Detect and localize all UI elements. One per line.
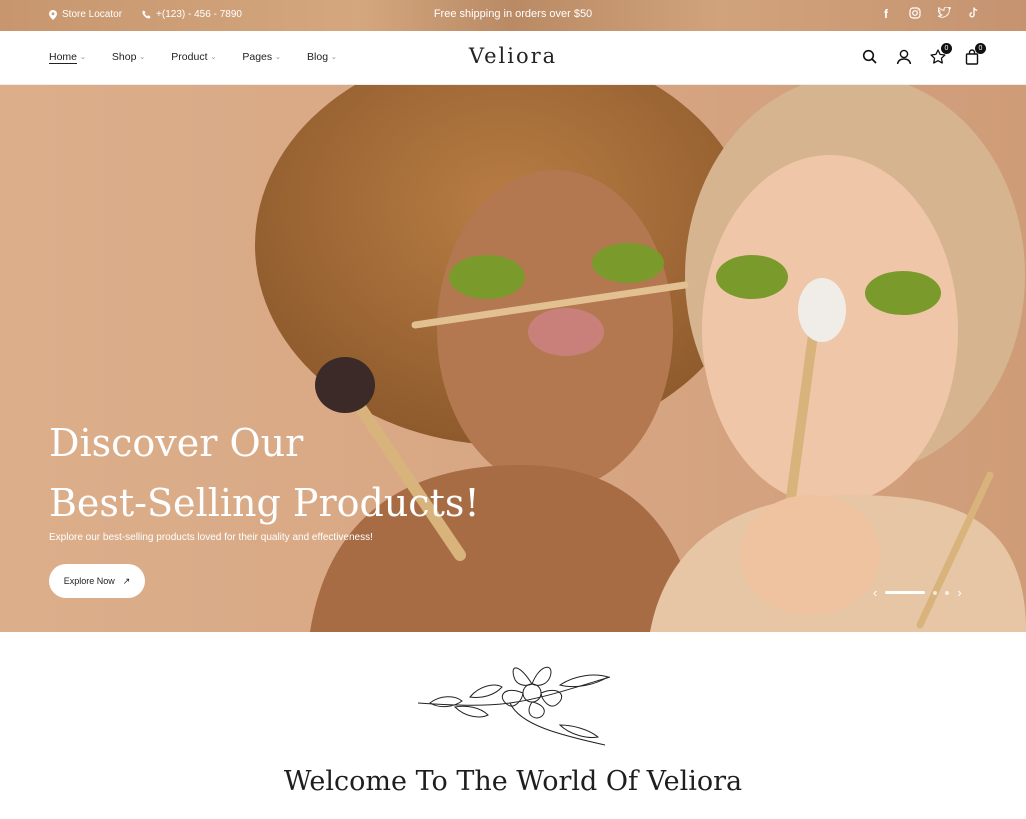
- facebook-icon[interactable]: f: [880, 7, 892, 21]
- slider-active-indicator[interactable]: [885, 591, 926, 594]
- hero-title-line2: Best-Selling Products!: [49, 481, 480, 525]
- tiktok-icon[interactable]: [967, 7, 979, 21]
- hero-title-line1: Discover Our: [49, 421, 304, 465]
- explore-now-label: Explore Now: [63, 576, 115, 586]
- search-button[interactable]: [861, 48, 879, 66]
- slider-prev-button[interactable]: ‹: [873, 586, 877, 599]
- top-announcement-bar: Store Locator +(123) - 456 - 7890 Free s…: [0, 0, 1026, 31]
- account-button[interactable]: [895, 48, 913, 66]
- wishlist-button[interactable]: 0: [929, 43, 952, 66]
- slider-dot[interactable]: [945, 590, 950, 595]
- slider-dot[interactable]: [933, 590, 938, 595]
- cart-count-badge: 0: [975, 43, 986, 54]
- cart-button[interactable]: 0: [963, 43, 986, 66]
- flower-ornament-icon: [417, 666, 611, 746]
- hero-title: Discover Our Best-Selling Products!: [49, 413, 480, 533]
- explore-now-button[interactable]: Explore Now ↗: [49, 564, 145, 598]
- twitter-icon[interactable]: [937, 6, 952, 21]
- arrow-up-right-icon: ↗: [122, 575, 131, 586]
- slider-next-button[interactable]: ›: [957, 586, 961, 599]
- free-shipping-notice: Free shipping in orders over $50: [433, 8, 593, 20]
- main-header: Home ⌄ Shop ⌄ Product ⌄ Pages ⌄ Blog ⌄ Velior…: [0, 31, 1026, 85]
- header-actions: 0 0: [861, 43, 986, 66]
- hero-subtitle: Explore our best-selling products loved …: [49, 532, 373, 543]
- hero-slider: Discover Our Best-Selling Products! Expl…: [0, 85, 1026, 632]
- welcome-heading: Welcome To The World Of Veliora: [283, 766, 743, 797]
- user-icon: [896, 49, 912, 65]
- social-links: f: [880, 6, 979, 21]
- search-icon: [862, 49, 877, 64]
- wishlist-count-badge: 0: [941, 43, 952, 54]
- hero-image: [0, 85, 1026, 632]
- slider-controls: ‹ ›: [873, 586, 962, 599]
- instagram-icon[interactable]: [909, 7, 921, 21]
